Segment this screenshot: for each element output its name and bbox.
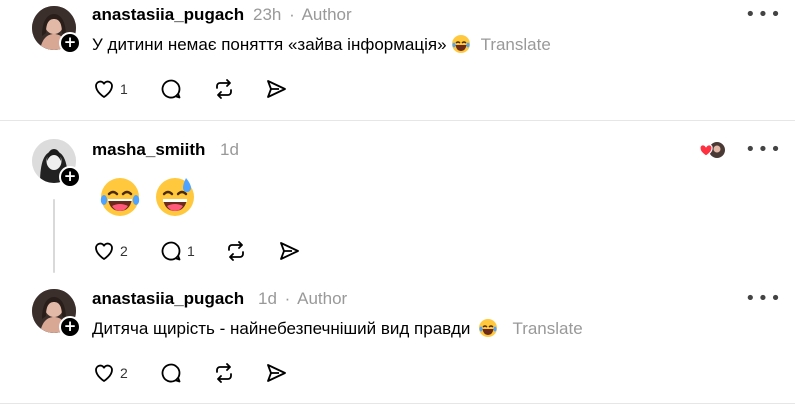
reply-count: 1 [187, 243, 195, 259]
username[interactable]: anastasiia_pugach [92, 289, 244, 309]
heart-icon [95, 364, 113, 382]
timestamp[interactable]: 23h [253, 5, 281, 24]
translate-link[interactable]: Translate [481, 35, 551, 54]
post-text-row: Дитяча щирість - найнебезпечніший вид пр… [92, 319, 583, 339]
heart-icon [95, 242, 113, 260]
meta-separator: · [284, 289, 291, 308]
repost-icon [216, 79, 232, 99]
repost-button[interactable] [212, 77, 236, 101]
thread-line [53, 199, 55, 273]
reply-post-2: + masha_smiith 1d ••• 2 1 [0, 121, 795, 281]
share-button[interactable] [264, 361, 288, 385]
comment-icon [161, 79, 181, 99]
comment-icon [161, 241, 181, 261]
follow-plus-icon[interactable]: + [59, 32, 81, 54]
reply-button[interactable] [159, 239, 183, 263]
post-text: У дитини немає поняття «зайва інформація… [92, 35, 447, 54]
username[interactable]: anastasiia_pugach [92, 5, 244, 25]
laughing-emoji-icon [451, 35, 470, 54]
post-divider [0, 403, 795, 404]
action-bar: 2 1 [92, 239, 299, 265]
laughing-emoji-icon [479, 319, 498, 338]
timestamp[interactable]: 1d [220, 140, 239, 160]
post-text: Дитяча щирість - найнебезпечніший вид пр… [92, 319, 471, 338]
heart-icon [95, 80, 113, 98]
username[interactable]: masha_smiith [92, 140, 205, 160]
send-icon [267, 364, 286, 382]
like-count: 2 [120, 243, 128, 259]
reply-post-3: + anastasiia_pugach 1d · Author ••• Дитя… [0, 281, 795, 401]
action-bar: 1 [92, 77, 292, 103]
grinning-sweat-emoji-icon [156, 178, 194, 216]
action-bar: 2 [92, 361, 292, 387]
more-icon[interactable]: ••• [745, 288, 783, 309]
translate-link[interactable]: Translate [512, 319, 582, 338]
reply-post-1: + anastasiia_pugach 23h · Author ••• У д… [0, 0, 795, 120]
like-button[interactable] [92, 77, 116, 101]
repost-button[interactable] [212, 361, 236, 385]
more-icon[interactable]: ••• [745, 139, 783, 160]
emoji-content [98, 175, 208, 219]
like-button[interactable] [92, 239, 116, 263]
share-button[interactable] [264, 77, 288, 101]
like-button[interactable] [92, 361, 116, 385]
post-meta: 1d · Author [258, 289, 347, 309]
post-text-row: У дитини немає поняття «зайва інформація… [92, 35, 551, 55]
reply-button[interactable] [159, 77, 183, 101]
author-badge: Author [297, 289, 348, 308]
like-count: 1 [120, 81, 128, 97]
send-icon [280, 242, 299, 260]
post-meta: 23h · Author [253, 5, 352, 25]
meta-separator: · [289, 5, 295, 24]
author-badge: Author [301, 5, 352, 24]
share-button[interactable] [277, 239, 301, 263]
like-count: 2 [120, 365, 128, 381]
comment-icon [161, 363, 181, 383]
laughing-emoji-icon [100, 178, 140, 216]
timestamp[interactable]: 1d [258, 289, 277, 308]
repost-icon [228, 241, 244, 261]
repost-icon [216, 363, 232, 383]
more-icon[interactable]: ••• [745, 4, 783, 25]
repost-button[interactable] [224, 239, 248, 263]
follow-plus-icon[interactable]: + [59, 166, 81, 188]
follow-plus-icon[interactable]: + [59, 316, 81, 338]
reply-button[interactable] [159, 361, 183, 385]
send-icon [267, 80, 286, 98]
author-liked-icon [699, 140, 727, 160]
